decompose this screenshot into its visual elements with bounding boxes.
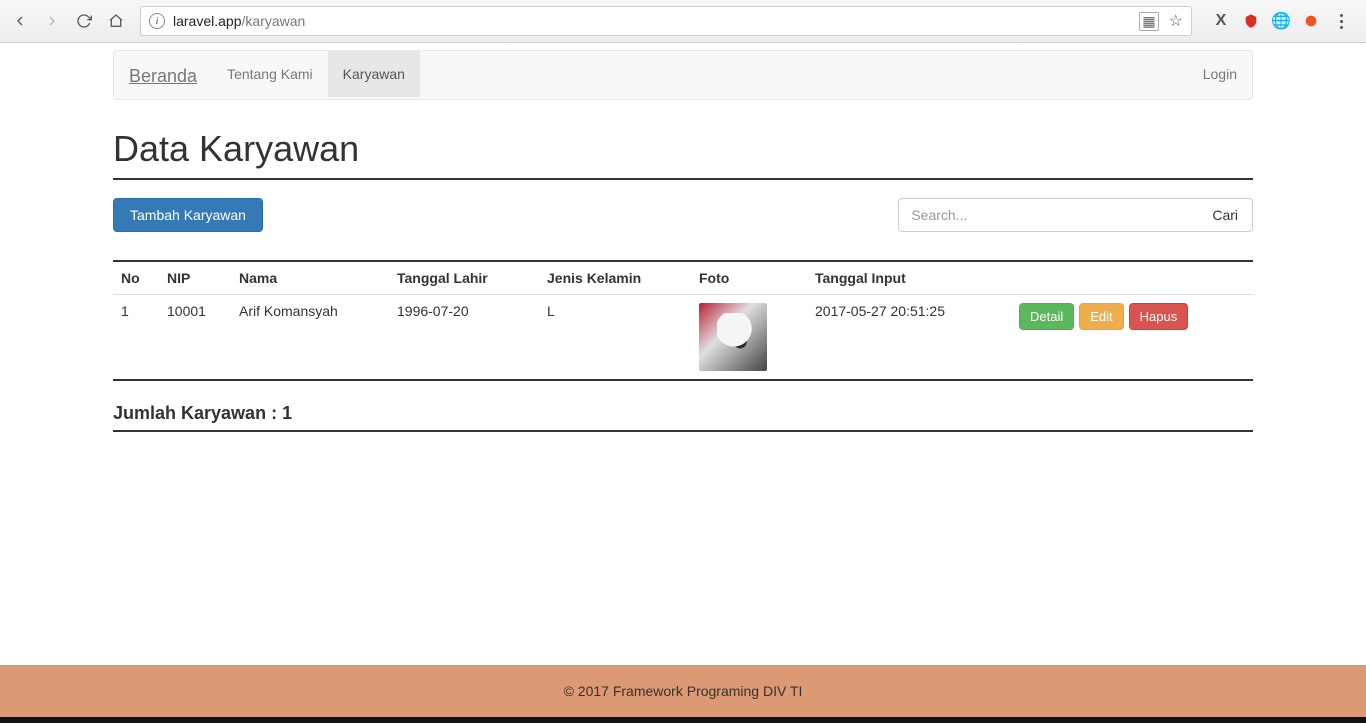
nav-item-karyawan[interactable]: Karyawan [328, 51, 420, 99]
browser-toolbar: i laravel.app/karyawan ▦ ☆ X 🌐 [0, 0, 1366, 43]
login-link[interactable]: Login [1188, 51, 1252, 99]
forward-button[interactable] [38, 7, 66, 35]
address-bar[interactable]: i laravel.app/karyawan ▦ ☆ [140, 6, 1192, 36]
site-info-icon[interactable]: i [149, 13, 165, 29]
translate-icon[interactable]: ▦ [1139, 12, 1158, 31]
chrome-menu-icon[interactable] [1332, 14, 1350, 29]
home-button[interactable] [102, 7, 130, 35]
delete-button[interactable]: Hapus [1129, 303, 1189, 330]
cell-foto [691, 295, 807, 381]
bookmark-star-icon[interactable]: ☆ [1169, 11, 1183, 31]
col-foto: Foto [691, 261, 807, 295]
detail-button[interactable]: Detail [1019, 303, 1074, 330]
extension-ublock-icon[interactable] [1242, 12, 1260, 30]
nav-link-karyawan[interactable]: Karyawan [328, 51, 420, 97]
employee-photo [699, 303, 767, 371]
footer-text: © 2017 Framework Programing DIV TI [564, 683, 803, 699]
back-button[interactable] [6, 7, 34, 35]
reload-button[interactable] [70, 7, 98, 35]
extension-globe-icon[interactable]: 🌐 [1272, 12, 1290, 30]
col-actions [1011, 261, 1253, 295]
search-form: Cari [898, 198, 1253, 232]
cell-jk: L [539, 295, 691, 381]
nav-link-tentang-kami[interactable]: Tentang Kami [212, 51, 328, 97]
cell-tgl-input: 2017-05-27 20:51:25 [807, 295, 1011, 381]
edit-button[interactable]: Edit [1079, 303, 1123, 330]
extension-x-icon[interactable]: X [1212, 12, 1230, 30]
col-tgl-lahir: Tanggal Lahir [389, 261, 539, 295]
nav-item-tentang-kami[interactable]: Tentang Kami [212, 51, 328, 99]
page-footer: © 2017 Framework Programing DIV TI [0, 665, 1366, 717]
cell-nama: Arif Komansyah [231, 295, 389, 381]
cell-no: 1 [113, 295, 159, 381]
cell-actions: Detail Edit Hapus [1011, 295, 1253, 381]
col-no: No [113, 261, 159, 295]
count-divider [113, 430, 1253, 432]
main-navbar: Beranda Tentang Kami Karyawan Login [113, 50, 1253, 100]
extension-orange-icon[interactable] [1302, 12, 1320, 30]
employee-count: Jumlah Karyawan : 1 [113, 403, 1253, 430]
col-tgl-input: Tanggal Input [807, 261, 1011, 295]
col-nama: Nama [231, 261, 389, 295]
navbar-brand[interactable]: Beranda [114, 51, 212, 99]
title-divider [113, 178, 1253, 180]
cell-tgl-lahir: 1996-07-20 [389, 295, 539, 381]
employee-table: No NIP Nama Tanggal Lahir Jenis Kelamin … [113, 260, 1253, 381]
cell-nip: 10001 [159, 295, 231, 381]
page-title: Data Karyawan [113, 128, 1253, 170]
taskbar [0, 717, 1366, 723]
add-employee-button[interactable]: Tambah Karyawan [113, 198, 263, 232]
search-button[interactable]: Cari [1198, 198, 1253, 232]
extensions-area: X 🌐 [1202, 12, 1360, 30]
col-jk: Jenis Kelamin [539, 261, 691, 295]
search-input[interactable] [898, 198, 1198, 232]
url-host: laravel.app/karyawan [173, 13, 305, 29]
col-nip: NIP [159, 261, 231, 295]
table-row: 1 10001 Arif Komansyah 1996-07-20 L 2017… [113, 295, 1253, 381]
